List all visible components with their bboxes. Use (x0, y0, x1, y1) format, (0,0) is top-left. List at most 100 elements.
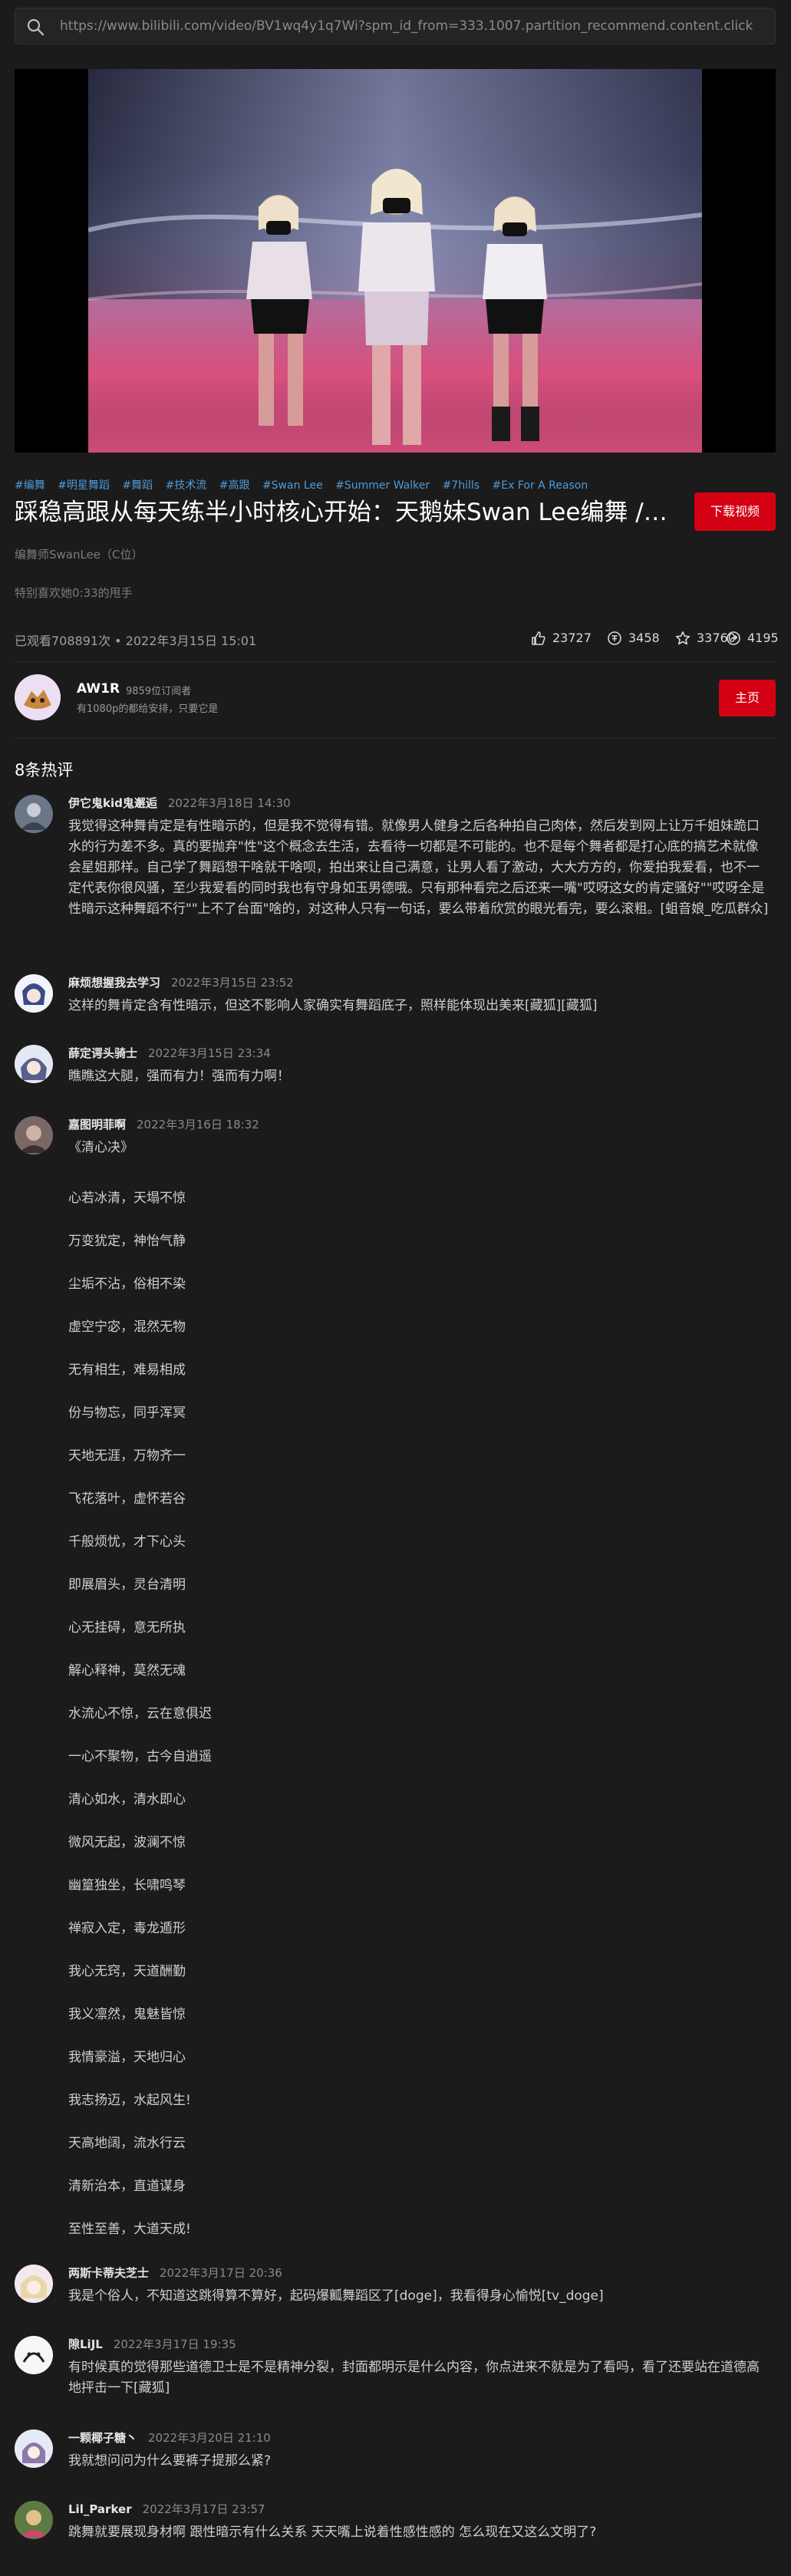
comment-time: 2022年3月15日 23:34 (148, 1046, 271, 1060)
avatar-illustration (15, 2429, 53, 2468)
commenter-name-text[interactable]: Lil_Parker (68, 2502, 132, 2516)
comment-text: 我是个俗人，不知道这跳得算不算好，起码爆瓤舞蹈区了[doge]，我看得身心愉悦[… (68, 2288, 604, 2304)
comment-time: 2022年3月16日 18:32 (137, 1118, 259, 1132)
divider (15, 661, 776, 662)
poem-line: 我志扬迈，水起风生! (68, 2093, 191, 2108)
commenter-name-text[interactable]: 两斯卡蒂夫芝士 (68, 2266, 149, 2280)
poem-line: 解心释神，莫然无魂 (68, 1663, 186, 1678)
commenter-name[interactable]: 嘉图明菲啊 2022年3月16日 18:32 (68, 1116, 259, 1132)
commenter-avatar[interactable] (15, 2501, 53, 2539)
tag-link[interactable]: #7hills (443, 479, 480, 492)
share-icon (727, 631, 740, 645)
comment-time: 2022年3月18日 14:30 (167, 796, 291, 810)
comment-text: 这样的舞肯定含有性暗示，但这不影响人家确实有舞蹈底子，照样能体现出美来[藏狐][… (68, 998, 598, 1013)
avatar-illustration (15, 795, 53, 833)
fox-avatar-illustration (15, 674, 61, 720)
poem-line: 即展眉头，灵台清明 (68, 1577, 186, 1593)
commenter-avatar[interactable] (15, 2429, 53, 2468)
tag-link[interactable]: #Swan Lee (262, 479, 323, 492)
video-note: 特别喜欢她0:33的甩手 (15, 586, 133, 600)
commenter-name-text[interactable]: 麻烦想握我去学习 (68, 976, 160, 990)
commenter-name[interactable]: 隙LiJL 2022年3月17日 19:35 (68, 2336, 236, 2352)
commenter-name[interactable]: 薛定谔头骑士 2022年3月15日 23:34 (68, 1045, 271, 1061)
commenter-avatar[interactable] (15, 2265, 53, 2303)
poem-line: 天高地阔，流水行云 (68, 2136, 186, 2151)
uploader-avatar[interactable] (15, 674, 61, 720)
commenter-name-text[interactable]: 嘉图明菲啊 (68, 1118, 126, 1132)
commenter-name-text[interactable]: 隙LiJL (68, 2337, 103, 2351)
tag-link[interactable]: #编舞 (15, 479, 45, 492)
commenter-name[interactable]: 麻烦想握我去学习 2022年3月15日 23:52 (68, 974, 294, 990)
poem-line: 幽篁独坐，长啸鸣琴 (68, 1878, 186, 1893)
video-thumbnail[interactable] (88, 69, 702, 453)
tag-link[interactable]: #Ex For A Reason (493, 479, 588, 492)
poem-line: 我心无窍，天道酬勤 (68, 1964, 186, 1979)
video-tags: #编舞 #明星舞蹈 #舞蹈 #技术流 #高跟 #Swan Lee #Summer… (15, 477, 597, 492)
comment-text: 跳舞就要展现身材啊 跟性暗示有什么关系 天天嘴上说着性感性感的 怎么现在又这么文… (68, 2525, 597, 2540)
commenter-avatar[interactable] (15, 2336, 53, 2374)
search-icon (27, 18, 44, 36)
commenter-name-text[interactable]: 伊它鬼kid鬼邂逅 (68, 796, 157, 810)
comment-time: 2022年3月15日 23:52 (171, 976, 294, 990)
poem-line: 虚空宁宓，混然无物 (68, 1319, 186, 1335)
commenter-avatar[interactable] (15, 974, 53, 1013)
avatar-illustration (15, 974, 53, 1013)
uploader-name[interactable]: AW1R (77, 681, 120, 697)
coin-count: 3458 (628, 631, 660, 645)
address-url[interactable]: https://www.bilibili.com/video/BV1wq4y1q… (60, 18, 753, 34)
like-button[interactable]: 23727 (532, 631, 592, 645)
view-count: 已观看708891次 • 2022年3月15日 15:01 (15, 634, 257, 648)
thumbs-up-icon (532, 631, 545, 645)
comment-text: 瞧瞧这大腿，强而有力！强而有力啊！ (68, 1069, 290, 1084)
choreographer-credit: 编舞师SwanLee（C位） (15, 548, 143, 562)
avatar-illustration (15, 2501, 53, 2539)
video-scene-illustration (88, 69, 702, 453)
commenter-name[interactable]: 两斯卡蒂夫芝士 2022年3月17日 20:36 (68, 2265, 282, 2281)
share-button[interactable]: 4195 (727, 631, 779, 645)
video-player[interactable] (15, 69, 776, 453)
poem-line: 无有相生，难易相成 (68, 1362, 186, 1378)
poem-line: 禅寂入定，毒龙遁形 (68, 1921, 186, 1936)
commenter-avatar[interactable] (15, 795, 53, 833)
comment-time: 2022年3月17日 19:35 (113, 2337, 236, 2351)
download-video-button[interactable]: 下载视频 (694, 492, 776, 531)
divider (15, 738, 776, 739)
hot-comments-title: 8条热评 (15, 761, 74, 779)
tag-link[interactable]: #高跟 (219, 479, 250, 492)
tag-link[interactable]: #明星舞蹈 (58, 479, 110, 492)
address-bar[interactable]: https://www.bilibili.com/video/BV1wq4y1q… (15, 8, 776, 44)
comment-text: 我觉得这种舞肯定是有性暗示的，但是我不觉得有错。就像男人健身之后各种拍自己肉体，… (68, 819, 769, 917)
tag-link[interactable]: #技术流 (166, 479, 207, 492)
coin-button[interactable]: 3458 (608, 631, 660, 645)
commenter-avatar[interactable] (15, 1045, 53, 1083)
commenter-name[interactable]: Lil_Parker 2022年3月17日 23:57 (68, 2501, 265, 2517)
coin-icon (608, 631, 621, 645)
comment-time: 2022年3月17日 23:57 (142, 2502, 265, 2516)
commenter-avatar[interactable] (15, 1116, 53, 1155)
tag-link[interactable]: #Summer Walker (335, 479, 430, 492)
poem-line: 尘垢不沾，俗相不染 (68, 1276, 186, 1292)
poem-line: 一心不聚物，古今自逍遥 (68, 1749, 212, 1764)
tag-link[interactable]: #舞蹈 (122, 479, 153, 492)
commenter-name[interactable]: 一颗椰子糖丶 2022年3月20日 21:10 (68, 2429, 271, 2446)
homepage-button[interactable]: 主页 (719, 680, 776, 716)
poem-line: 心无挂碍，意无所执 (68, 1620, 186, 1636)
subscriber-count: 9859位订阅者 (126, 686, 192, 697)
comment-text: 有时候真的觉得那些道德卫士是不是精神分裂，封面都明示是什么内容，你点进来不就是为… (68, 2360, 760, 2396)
video-stats: 已观看708891次 • 2022年3月15日 15:01 23727 3458… (15, 628, 779, 651)
avatar-illustration (15, 2336, 53, 2374)
poem-line: 清心如水，清水即心 (68, 1792, 186, 1807)
avatar-illustration (15, 1045, 53, 1083)
star-icon (675, 631, 690, 645)
avatar-illustration (15, 1116, 53, 1155)
poem-line: 清新治本，直道谋身 (68, 2179, 186, 2194)
poem-line: 飞花落叶，虚怀若谷 (68, 1491, 186, 1507)
commenter-name[interactable]: 伊它鬼kid鬼邂逅 2022年3月18日 14:30 (68, 795, 291, 811)
poem-line: 水流心不惊，云在意俱迟 (68, 1706, 212, 1721)
poem-line: 我情豪溢，天地归心 (68, 2050, 186, 2065)
commenter-name-text[interactable]: 一颗椰子糖丶 (68, 2431, 137, 2445)
commenter-name-text[interactable]: 薛定谔头骑士 (68, 1046, 137, 1060)
poem-line: 至性至善，大道天成! (68, 2222, 191, 2237)
poem-line: 微风无起，波澜不惊 (68, 1835, 186, 1850)
poem-line: 我义凛然，鬼魅皆惊 (68, 2007, 186, 2022)
